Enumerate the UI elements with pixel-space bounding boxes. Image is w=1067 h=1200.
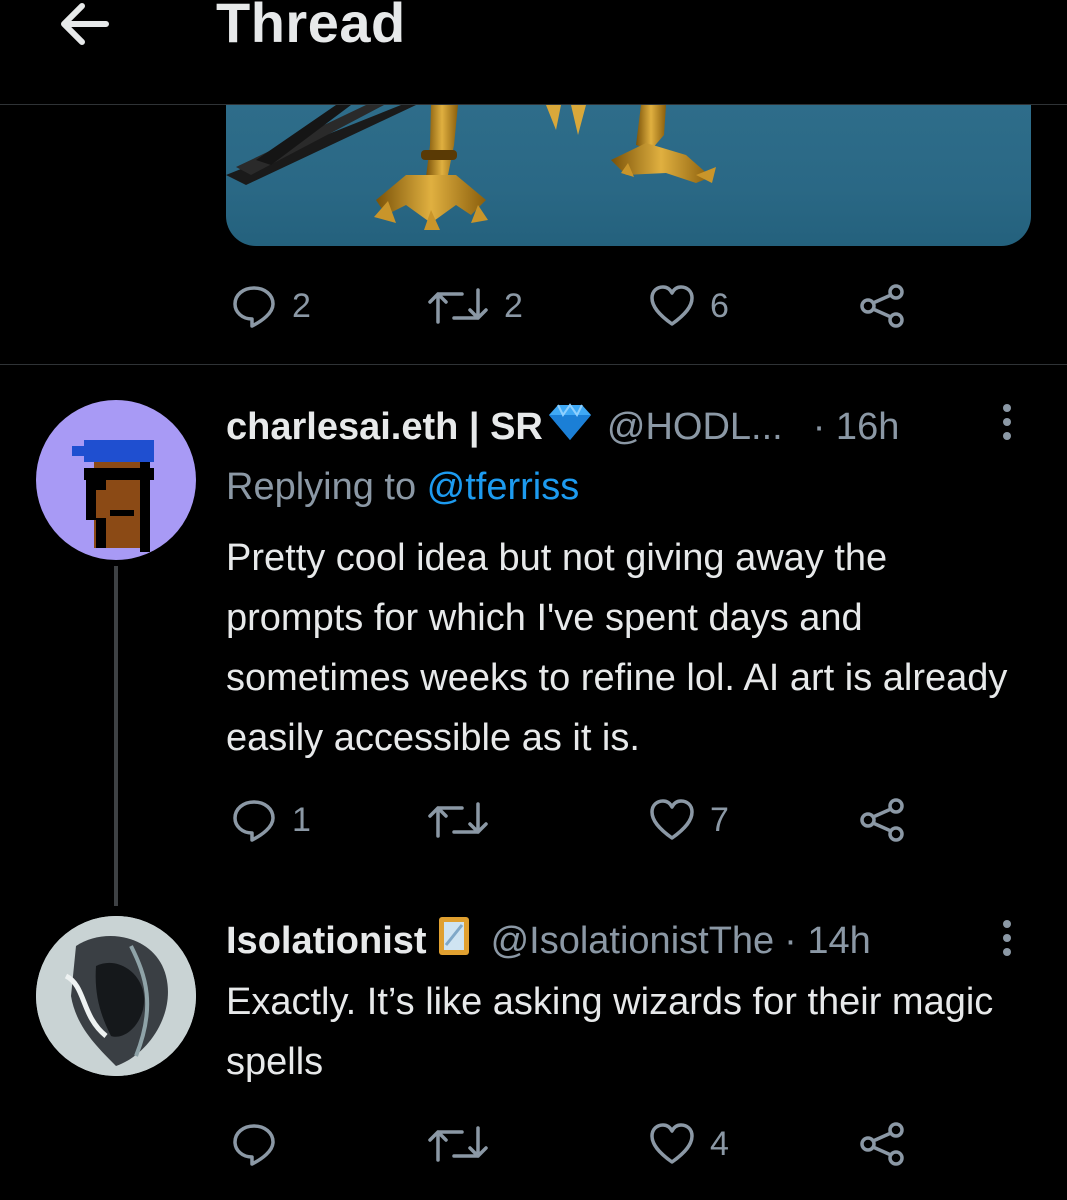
- like-button[interactable]: 7: [648, 796, 729, 844]
- reply-icon: [233, 286, 275, 328]
- thread-connector: [114, 566, 118, 906]
- reply-button[interactable]: 1: [230, 796, 311, 844]
- more-options-button[interactable]: [1000, 920, 1014, 962]
- display-name[interactable]: Isolationist: [226, 920, 427, 963]
- retweet-count: 2: [504, 286, 523, 325]
- diamond-icon: [547, 402, 593, 452]
- mirror-frame-icon: [437, 915, 471, 967]
- tweet-actions: 4: [230, 1120, 910, 1168]
- share-button[interactable]: [858, 282, 906, 330]
- abstract-art-avatar: [36, 916, 196, 1076]
- tweet-text: Exactly. It’s like asking wizards for th…: [226, 981, 994, 1083]
- retweet-button[interactable]: [426, 796, 504, 844]
- heart-icon: [650, 799, 694, 840]
- tweet-actions: 2 2 6: [230, 282, 910, 330]
- reply-button[interactable]: [230, 1120, 292, 1168]
- tweet-header: charlesai.eth | SR @HODL... · 16h: [226, 402, 899, 452]
- tweet-actions: 1 7: [230, 796, 910, 844]
- reply-count: 1: [292, 800, 311, 839]
- retweet-button[interactable]: 2: [426, 282, 523, 330]
- share-icon: [860, 1122, 904, 1166]
- heart-icon: [650, 1123, 694, 1164]
- golden-creature-image: [226, 105, 716, 230]
- like-count: 7: [710, 800, 729, 839]
- timestamp[interactable]: · 14h: [784, 920, 871, 963]
- mention-link[interactable]: @tferriss: [427, 466, 580, 508]
- tweet-media-image[interactable]: [226, 105, 1031, 246]
- like-count: 6: [710, 286, 729, 325]
- retweet-icon: [428, 802, 488, 838]
- arrow-left-icon: [61, 3, 109, 45]
- pixel-punk-avatar: [72, 440, 154, 552]
- share-icon: [860, 284, 904, 328]
- replying-to: Replying to @tferriss: [226, 466, 580, 508]
- page-title: Thread: [216, 0, 406, 54]
- like-button[interactable]: 4: [648, 1120, 729, 1168]
- tweet-text: Pretty cool idea but not giving away the…: [226, 537, 1008, 759]
- share-button[interactable]: [858, 1120, 906, 1168]
- retweet-icon: [428, 1126, 488, 1162]
- reply-icon: [233, 800, 275, 842]
- retweet-icon: [428, 288, 488, 324]
- like-button[interactable]: 6: [648, 282, 729, 330]
- retweet-button[interactable]: [426, 1120, 504, 1168]
- handle[interactable]: @HODL...: [607, 406, 783, 449]
- timestamp[interactable]: · 16h: [813, 406, 900, 449]
- top-bar: Thread: [0, 0, 1067, 105]
- like-count: 4: [710, 1124, 729, 1163]
- handle[interactable]: @IsolationistThe: [491, 920, 775, 963]
- avatar[interactable]: [36, 916, 196, 1076]
- display-name[interactable]: charlesai.eth | SR: [226, 406, 543, 449]
- back-button[interactable]: [50, 0, 116, 54]
- more-options-button[interactable]: [1000, 404, 1014, 446]
- heart-icon: [650, 285, 694, 326]
- reply-count: 2: [292, 286, 311, 325]
- share-button[interactable]: [858, 796, 906, 844]
- reply-button[interactable]: 2: [230, 282, 311, 330]
- tweet-header: Isolationist @IsolationistThe · 14h: [226, 916, 871, 966]
- share-icon: [860, 798, 904, 842]
- avatar[interactable]: [36, 400, 196, 560]
- reply-icon: [233, 1124, 275, 1166]
- tweet-divider: [0, 364, 1067, 365]
